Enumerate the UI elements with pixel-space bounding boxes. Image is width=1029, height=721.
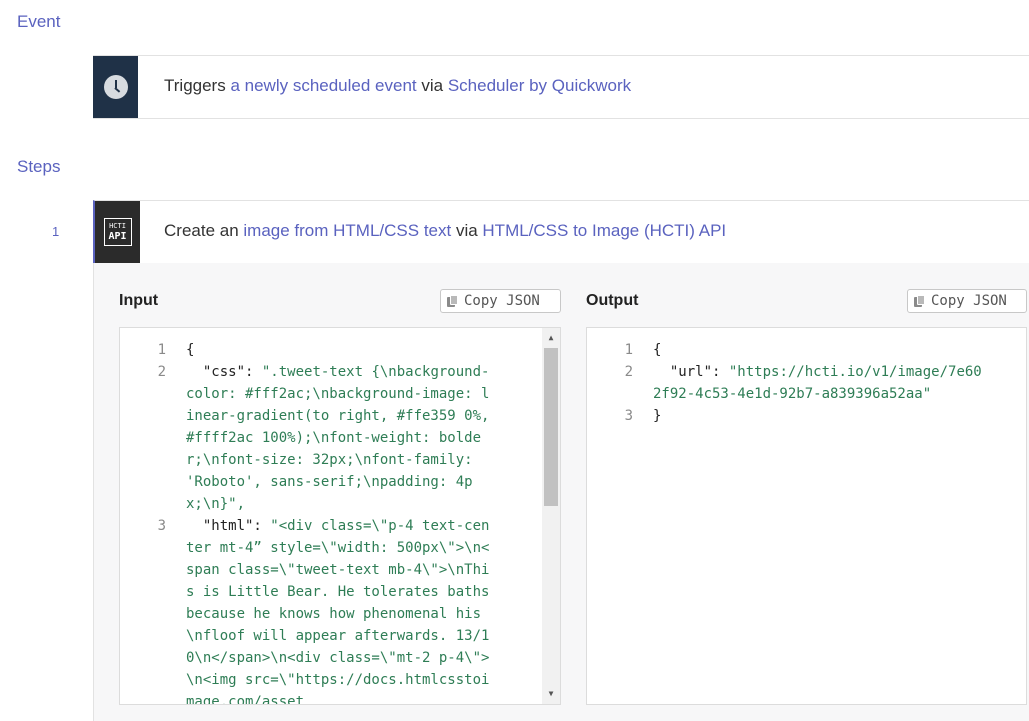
event-section-label: Event — [17, 12, 61, 31]
input-json-editor[interactable]: 1 { 2 "css": ".tweet-text {\nbackground-… — [119, 327, 561, 705]
code-text: { — [186, 339, 496, 361]
copy-icon — [447, 294, 458, 308]
line-number: 1 — [157, 342, 166, 358]
output-json-editor[interactable]: 1 { 2 "url": "https://hcti.io/v1/image/7… — [586, 327, 1027, 705]
code-text: "css": ".tweet-text {\nbackground-color:… — [186, 361, 496, 515]
code-line: 1 { — [120, 339, 542, 361]
code-value: ".tweet-text {\nbackground-color: #fff2a… — [186, 364, 498, 512]
hcti-app-tile: HCTI API — [95, 201, 140, 263]
code-key: "url": — [653, 364, 729, 380]
code-line: 3 } — [587, 405, 1026, 427]
copy-output-json-button[interactable]: Copy JSON — [907, 289, 1027, 313]
code-text: "html": "<div class=\"p-4 text-center mt… — [186, 515, 498, 705]
code-key: { — [653, 342, 662, 358]
event-via: via — [416, 76, 448, 95]
line-number: 3 — [624, 408, 633, 424]
code-key: "html": — [186, 518, 271, 534]
step-via: via — [451, 221, 483, 240]
line-number: 2 — [624, 364, 633, 380]
event-trigger-row[interactable]: Triggers a newly scheduled event via Sch… — [93, 55, 1029, 119]
code-value: "<div class=\"p-4 text-center mt-4” styl… — [186, 518, 498, 705]
copy-input-json-button[interactable]: Copy JSON — [440, 289, 561, 313]
code-text: "url": "https://hcti.io/v1/image/7e602f9… — [653, 361, 983, 405]
scheduler-app-tile — [93, 56, 138, 118]
scroll-down-arrow-icon[interactable]: ▼ — [542, 686, 560, 702]
code-line: 2 "css": ".tweet-text {\nbackground-colo… — [120, 361, 542, 515]
code-key: { — [186, 342, 195, 358]
scheduler-app-link[interactable]: Scheduler by Quickwork — [448, 76, 631, 95]
line-number: 2 — [157, 364, 166, 380]
code-line: 1 { — [587, 339, 1026, 361]
line-number: 3 — [157, 518, 166, 534]
hcti-api-icon: HCTI API — [103, 218, 132, 246]
code-line: 3 "html": "<div class=\"p-4 text-center … — [120, 515, 542, 705]
hcti-app-link[interactable]: HTML/CSS to Image (HCTI) API — [482, 221, 726, 240]
hcti-icon-line1: HCTI — [109, 222, 126, 230]
event-prefix: Triggers — [164, 76, 231, 95]
code-text: { — [653, 339, 983, 361]
step-description: Create an image from HTML/CSS text via H… — [164, 221, 726, 241]
output-panel-title: Output — [586, 292, 639, 309]
copy-input-label: Copy JSON — [464, 293, 540, 309]
step-prefix: Create an — [164, 221, 244, 240]
code-text: } — [653, 405, 983, 427]
event-description: Triggers a newly scheduled event via Sch… — [164, 76, 631, 96]
step-row[interactable]: HCTI API Create an image from HTML/CSS t… — [93, 200, 1029, 264]
hcti-icon-line2: API — [108, 231, 127, 242]
input-panel-title: Input — [119, 292, 159, 309]
scroll-thumb[interactable] — [544, 348, 558, 506]
trigger-link[interactable]: a newly scheduled event — [230, 76, 416, 95]
step-number: 1 — [52, 224, 60, 239]
scroll-up-arrow-icon[interactable]: ▲ — [542, 330, 560, 346]
code-key: "css": — [186, 364, 262, 380]
line-number: 1 — [624, 342, 633, 358]
copy-icon — [914, 294, 925, 308]
steps-section-label: Steps — [17, 157, 61, 176]
code-key: } — [653, 408, 662, 424]
clock-icon — [103, 75, 128, 99]
code-line: 2 "url": "https://hcti.io/v1/image/7e602… — [587, 361, 1026, 405]
copy-output-label: Copy JSON — [931, 293, 1007, 309]
action-link[interactable]: image from HTML/CSS text — [243, 221, 451, 240]
input-scrollbar[interactable]: ▲ ▼ — [542, 328, 560, 704]
